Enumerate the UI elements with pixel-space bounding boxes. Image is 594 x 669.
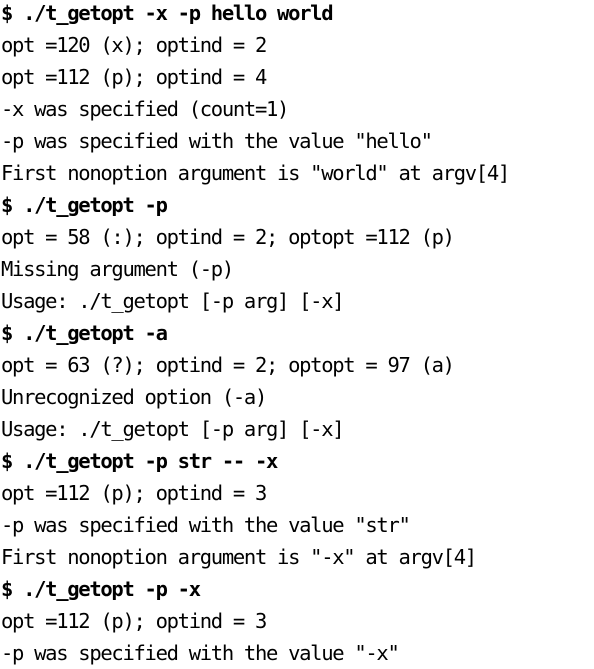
command-line: $ ./t_getopt -p -x: [1, 577, 201, 601]
terminal-output: $ ./t_getopt -x -p hello world opt =120 …: [0, 0, 594, 665]
output-line: Missing argument (-p): [1, 257, 234, 281]
output-line: Unrecognized option (-a): [1, 385, 267, 409]
output-line: -p was specified with the value "str": [1, 513, 411, 537]
command-line: $ ./t_getopt -p str -- -x: [1, 449, 278, 473]
command-line: $ ./t_getopt -x -p hello world: [1, 1, 334, 25]
output-line: Usage: ./t_getopt [-p arg] [-x]: [1, 417, 345, 441]
command-line: $ ./t_getopt -p: [1, 193, 168, 217]
output-line: -x was specified (count=1): [1, 97, 289, 121]
output-line: opt =112 (p); optind = 4: [1, 65, 267, 89]
output-line: opt = 58 (:); optind = 2; optopt =112 (p…: [1, 225, 455, 249]
output-line: First nonoption argument is "world" at a…: [1, 161, 510, 185]
output-line: opt =112 (p); optind = 3: [1, 481, 267, 505]
command-line: $ ./t_getopt -a: [1, 321, 168, 345]
output-line: opt =120 (x); optind = 2: [1, 33, 267, 57]
output-line: Usage: ./t_getopt [-p arg] [-x]: [1, 289, 345, 313]
output-line: First nonoption argument is "-x" at argv…: [1, 545, 477, 569]
output-line: -p was specified with the value "-x": [1, 641, 400, 665]
output-line: opt =112 (p); optind = 3: [1, 609, 267, 633]
output-line: -p was specified with the value "hello": [1, 129, 433, 153]
output-line: opt = 63 (?); optind = 2; optopt = 97 (a…: [1, 353, 455, 377]
